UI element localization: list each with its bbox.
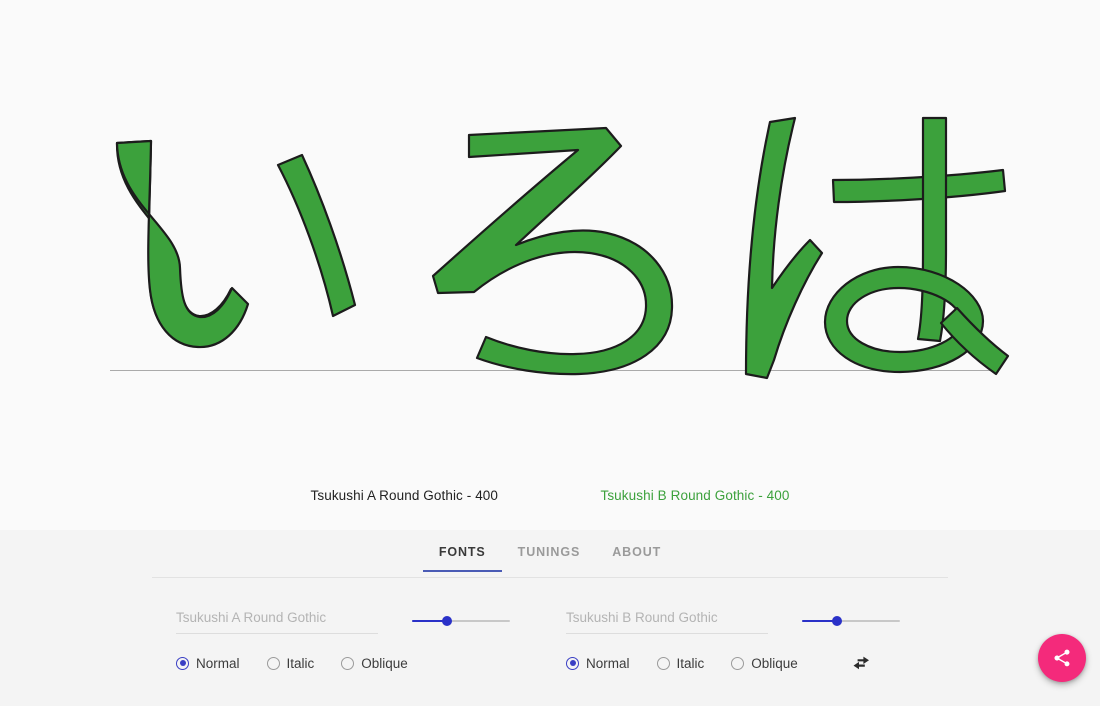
glyph-ha-vertical	[746, 118, 822, 378]
glyph-ha-stem	[918, 118, 946, 341]
glyph-preview-canvas	[0, 0, 1100, 530]
font-a-column: Normal Italic Oblique	[176, 592, 568, 706]
radio-dot-icon	[267, 657, 280, 670]
tab-tunings[interactable]: TUNINGS	[502, 538, 597, 572]
tab-bar-divider	[152, 577, 948, 578]
font-b-style-italic[interactable]: Italic	[657, 656, 705, 671]
font-a-style-normal-label: Normal	[196, 656, 240, 671]
font-a-style-radiogroup: Normal Italic Oblique	[176, 650, 568, 676]
tab-bar: FONTS TUNINGS ABOUT	[152, 538, 948, 578]
font-a-weight-slider[interactable]	[412, 614, 510, 628]
swap-horizontal-icon	[853, 656, 870, 670]
specimen-label-font-a: Tsukushi A Round Gothic - 400	[311, 488, 499, 503]
tab-about-label: ABOUT	[612, 545, 661, 559]
font-b-style-oblique[interactable]: Oblique	[731, 656, 798, 671]
font-b-slider-thumb[interactable]	[832, 616, 842, 626]
font-a-name-input[interactable]	[176, 606, 378, 634]
share-fab-button[interactable]	[1038, 634, 1086, 682]
glyph-i-stroke-left-body	[117, 141, 248, 347]
font-b-style-italic-label: Italic	[677, 656, 705, 671]
swap-fonts-button[interactable]	[848, 650, 874, 676]
specimen-label-font-b: Tsukushi B Round Gothic - 400	[600, 488, 789, 503]
glyph-i-stroke-right	[278, 155, 355, 316]
font-b-input-row	[566, 606, 958, 640]
share-icon	[1052, 648, 1072, 668]
font-b-style-oblique-label: Oblique	[751, 656, 798, 671]
font-b-style-normal[interactable]: Normal	[566, 656, 630, 671]
font-a-input-row	[176, 606, 568, 640]
font-a-style-normal[interactable]: Normal	[176, 656, 240, 671]
tab-about[interactable]: ABOUT	[596, 538, 677, 572]
font-a-style-italic[interactable]: Italic	[267, 656, 315, 671]
font-controls: Normal Italic Oblique	[0, 592, 1100, 706]
tab-fonts[interactable]: FONTS	[423, 538, 502, 572]
control-panel: FONTS TUNINGS ABOUT	[0, 530, 1100, 706]
tab-tunings-label: TUNINGS	[518, 545, 581, 559]
font-b-column: Normal Italic Oblique	[566, 592, 958, 706]
font-b-style-normal-label: Normal	[586, 656, 630, 671]
specimen-label-row: Tsukushi A Round Gothic - 400 Tsukushi B…	[0, 487, 1100, 505]
radio-dot-icon	[341, 657, 354, 670]
font-a-style-oblique-label: Oblique	[361, 656, 408, 671]
font-a-style-italic-label: Italic	[287, 656, 315, 671]
radio-dot-icon	[731, 657, 744, 670]
font-b-style-radiogroup: Normal Italic Oblique	[566, 650, 958, 676]
tab-fonts-label: FONTS	[439, 545, 486, 559]
glyph-group	[117, 118, 1008, 378]
glyph-ro	[433, 128, 672, 374]
radio-dot-icon	[657, 657, 670, 670]
glyph-ha-horizontal	[833, 170, 1005, 202]
radio-dot-icon	[176, 657, 189, 670]
specimen-stage: Tsukushi A Round Gothic - 400 Tsukushi B…	[0, 0, 1100, 530]
font-comparison-app: Tsukushi A Round Gothic - 400 Tsukushi B…	[0, 0, 1100, 706]
font-b-name-input[interactable]	[566, 606, 768, 634]
font-b-weight-slider[interactable]	[802, 614, 900, 628]
radio-dot-icon	[566, 657, 579, 670]
font-a-slider-thumb[interactable]	[442, 616, 452, 626]
font-a-style-oblique[interactable]: Oblique	[341, 656, 408, 671]
